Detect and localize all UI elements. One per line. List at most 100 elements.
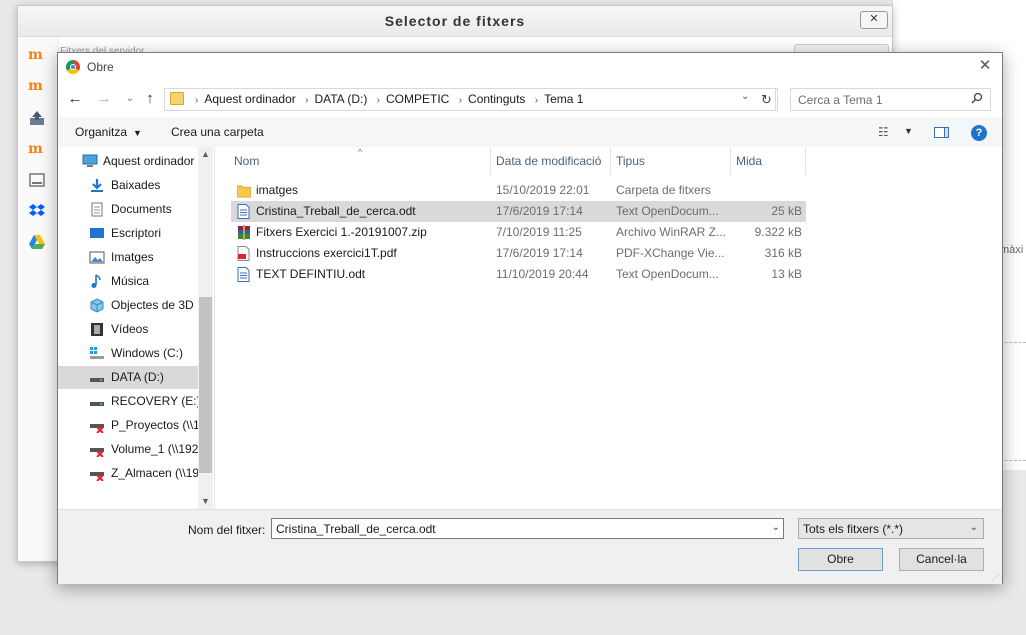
nav-item-z-almacen[interactable]: Z_Almacen (\\19 bbox=[58, 462, 198, 485]
file-date: 15/10/2019 22:01 bbox=[496, 183, 590, 197]
moodle-icon[interactable]: m bbox=[28, 47, 46, 63]
file-name: Instruccions exercici1T.pdf bbox=[256, 246, 397, 260]
nav-item-label: Aquest ordinador bbox=[103, 154, 195, 168]
chevron-down-icon[interactable]: ⌄ bbox=[772, 522, 780, 533]
filename-label: Nom del fitxer: bbox=[188, 523, 266, 537]
documents-icon bbox=[89, 202, 105, 217]
file-size: 13 kB bbox=[771, 267, 802, 281]
filename-input[interactable]: Cristina_Treball_de_cerca.odt ⌄ bbox=[271, 518, 784, 539]
caret-down-icon[interactable]: ▼ bbox=[904, 126, 913, 136]
google-drive-icon[interactable] bbox=[28, 234, 46, 250]
breadcrumb-item[interactable]: Tema 1 bbox=[544, 92, 583, 106]
file-name: TEXT DEFINTIU.odt bbox=[256, 267, 366, 281]
file-list: ^ Nom Data de modificació Tipus Mida ima… bbox=[215, 147, 1002, 509]
file-row[interactable]: imatges 15/10/2019 22:01 Carpeta de fitx… bbox=[231, 180, 806, 201]
chevron-right-icon: › bbox=[195, 95, 199, 106]
view-options-icon[interactable]: ☷ bbox=[878, 125, 889, 139]
pdf-file-icon bbox=[237, 246, 250, 261]
chevron-down-icon: ⌄ bbox=[969, 522, 978, 533]
resize-grip-icon[interactable]: ⋰ bbox=[992, 573, 1000, 582]
file-size: 316 kB bbox=[764, 246, 802, 260]
network-drive-disconnected-icon bbox=[89, 442, 105, 458]
forward-arrow-icon[interactable]: → bbox=[96, 91, 112, 107]
file-type: PDF-XChange Vie... bbox=[616, 246, 725, 260]
nav-item-music[interactable]: Música bbox=[58, 270, 198, 293]
server-files-icon[interactable] bbox=[28, 172, 46, 188]
file-row[interactable]: Instruccions exercici1T.pdf 17/6/2019 17… bbox=[231, 243, 806, 264]
breadcrumb-item[interactable]: Aquest ordinador bbox=[204, 92, 295, 106]
column-header-type[interactable]: Tipus bbox=[611, 147, 731, 175]
network-drive-disconnected-icon bbox=[89, 418, 105, 434]
file-date: 17/6/2019 17:14 bbox=[496, 204, 583, 218]
nav-item-recovery-e[interactable]: RECOVERY (E:) bbox=[58, 390, 198, 413]
music-icon bbox=[89, 274, 105, 289]
file-row[interactable]: Fitxers Exercici 1.-20191007.zip 7/10/20… bbox=[231, 222, 806, 243]
column-header-label: Nom bbox=[234, 154, 260, 168]
scrollbar-thumb[interactable] bbox=[199, 297, 212, 473]
breadcrumb-item[interactable]: DATA (D:) bbox=[314, 92, 367, 106]
chrome-icon bbox=[66, 60, 80, 74]
winrar-icon bbox=[237, 225, 250, 240]
chevron-right-icon[interactable]: › bbox=[459, 95, 462, 106]
nav-item-3d-objects[interactable]: Objectes de 3D bbox=[58, 294, 198, 317]
computer-icon bbox=[82, 154, 98, 169]
file-size: 9.322 kB bbox=[754, 225, 802, 239]
column-header-date[interactable]: Data de modificació bbox=[491, 147, 611, 175]
column-header-name[interactable]: ^ Nom bbox=[215, 147, 491, 175]
file-row-selected[interactable]: Cristina_Treball_de_cerca.odt 17/6/2019 … bbox=[231, 201, 806, 222]
chevron-right-icon[interactable]: › bbox=[305, 95, 308, 106]
folder-icon bbox=[236, 183, 252, 198]
refresh-icon[interactable]: ↻ bbox=[758, 88, 776, 111]
chevron-right-icon[interactable]: › bbox=[377, 95, 380, 106]
nav-item-windows-c[interactable]: Windows (C:) bbox=[58, 342, 198, 365]
new-folder-button[interactable]: Crea una carpeta bbox=[171, 125, 264, 139]
recent-locations-chevron-icon[interactable]: ⌄ bbox=[122, 91, 138, 107]
odt-file-icon bbox=[237, 204, 250, 219]
up-arrow-icon[interactable]: ↑ bbox=[142, 91, 158, 107]
search-placeholder: Cerca a Tema 1 bbox=[798, 93, 883, 107]
nav-item-label: Z_Almacen (\\19 bbox=[111, 466, 198, 480]
file-date: 17/6/2019 17:14 bbox=[496, 246, 583, 260]
moodle-icon[interactable]: m bbox=[28, 141, 46, 157]
nav-scrollbar[interactable]: ▲ ▼ bbox=[198, 147, 213, 509]
file-picker-close-button[interactable]: ✕ bbox=[860, 11, 888, 29]
nav-item-label: Vídeos bbox=[111, 322, 149, 336]
file-row[interactable]: TEXT DEFINTIU.odt 11/10/2019 20:44 Text … bbox=[231, 264, 806, 285]
nav-item-label: Objectes de 3D bbox=[111, 298, 194, 312]
column-header-size[interactable]: Mida bbox=[731, 147, 806, 175]
nav-item-documents[interactable]: Documents bbox=[58, 198, 198, 221]
nav-item-p-proyectos[interactable]: P_Proyectos (\\1 bbox=[58, 414, 198, 437]
chevron-right-icon[interactable]: › bbox=[535, 95, 538, 106]
back-arrow-icon[interactable]: ← bbox=[67, 91, 83, 107]
address-bar[interactable]: › Aquest ordinador › DATA (D:) › COMPETIC ›… bbox=[164, 88, 778, 111]
breadcrumb-item[interactable]: Continguts bbox=[468, 92, 525, 106]
filetype-select[interactable]: Tots els fitxers (*.*) ⌄ bbox=[798, 518, 984, 539]
close-icon[interactable]: ✕ bbox=[976, 57, 994, 75]
search-input[interactable]: Cerca a Tema 1 bbox=[790, 88, 991, 111]
moodle-icon[interactable]: m bbox=[28, 78, 46, 94]
filename-value: Cristina_Treball_de_cerca.odt bbox=[276, 522, 436, 536]
nav-item-desktop[interactable]: Escriptori bbox=[58, 222, 198, 245]
nav-item-pictures[interactable]: Imatges bbox=[58, 246, 198, 269]
nav-item-this-pc[interactable]: Aquest ordinador bbox=[58, 150, 198, 173]
upload-icon[interactable] bbox=[28, 110, 46, 126]
nav-item-downloads[interactable]: Baixades bbox=[58, 174, 198, 197]
scroll-up-icon[interactable]: ▲ bbox=[198, 147, 213, 162]
drive-icon bbox=[89, 394, 105, 409]
nav-item-data-d[interactable]: DATA (D:) bbox=[58, 366, 198, 389]
file-picker-title: Selector de fitxers bbox=[18, 6, 892, 37]
open-button[interactable]: Obre bbox=[798, 548, 883, 571]
nav-item-videos[interactable]: Vídeos bbox=[58, 318, 198, 341]
dropbox-icon[interactable] bbox=[28, 203, 46, 219]
chevron-down-icon[interactable]: ⌄ bbox=[741, 91, 749, 102]
scroll-down-icon[interactable]: ▼ bbox=[198, 494, 213, 509]
preview-pane-icon[interactable] bbox=[934, 127, 949, 138]
cancel-button[interactable]: Cancel·la bbox=[899, 548, 984, 571]
breadcrumb-item[interactable]: COMPETIC bbox=[386, 92, 449, 106]
nav-item-label: RECOVERY (E:) bbox=[111, 394, 198, 408]
odt-file-icon bbox=[237, 267, 250, 282]
help-icon[interactable]: ? bbox=[971, 125, 987, 141]
search-icon bbox=[970, 92, 984, 106]
organize-button[interactable]: Organitza ▼ bbox=[75, 125, 142, 139]
nav-item-volume-1[interactable]: Volume_1 (\\192 bbox=[58, 438, 198, 461]
